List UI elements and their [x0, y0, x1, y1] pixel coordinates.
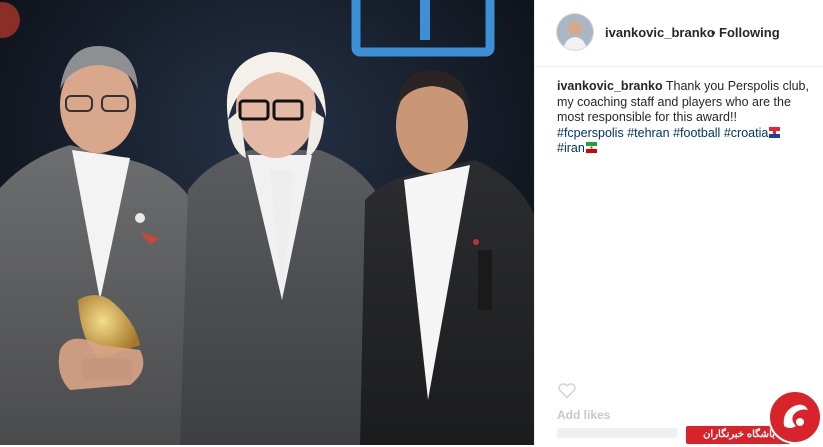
hashtag-croatia[interactable]: #croatia	[724, 126, 768, 140]
hashtag-iran[interactable]: #iran	[557, 141, 585, 155]
hashtag-tehran[interactable]: #tehran	[627, 126, 669, 140]
post-photo-illustration	[0, 0, 534, 445]
post-photo[interactable]	[0, 0, 534, 445]
hashtag-fcperspolis[interactable]: #fcperspolis	[557, 126, 624, 140]
iran-flag-icon	[585, 142, 597, 153]
avatar[interactable]	[557, 14, 593, 50]
post-actions	[557, 380, 577, 405]
croatia-flag-icon	[769, 126, 781, 138]
post-details-panel: ivankovic_branko • Following ivankovic_b…	[534, 0, 823, 445]
post-caption: ivankovic_branko Thank you Perspolis clu…	[557, 79, 817, 157]
hashtag-football[interactable]: #football	[673, 126, 720, 140]
comment-placeholder-bar	[557, 428, 677, 438]
avatar-image	[557, 14, 593, 50]
watermark-emblem-icon	[768, 390, 822, 444]
likes-placeholder: Add likes	[557, 408, 611, 422]
separator-dot: •	[711, 25, 716, 40]
watermark-emblem-graphic	[783, 404, 808, 428]
watermark-logo: باشگاه خبرنگاران	[686, 390, 823, 445]
heart-icon[interactable]	[557, 380, 577, 400]
post-header: ivankovic_branko • Following	[535, 0, 823, 67]
header-username[interactable]: ivankovic_branko	[605, 25, 715, 40]
caption-username[interactable]: ivankovic_branko	[557, 79, 663, 93]
following-button[interactable]: Following	[719, 25, 780, 40]
